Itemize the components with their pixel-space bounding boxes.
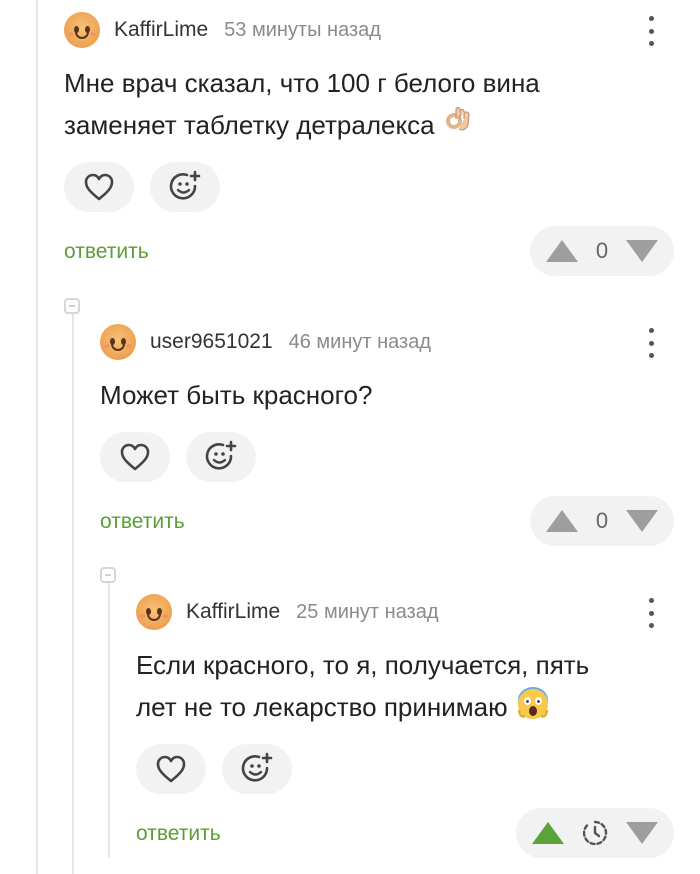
comment-time: 25 минут назад bbox=[296, 600, 439, 623]
comment-time: 46 минут назад bbox=[288, 330, 432, 353]
add-reaction-button[interactable] bbox=[150, 162, 220, 212]
comment-text-line: Мне врач сказал, что 100 г белого вина bbox=[64, 68, 540, 98]
comment: KaffirLime 53 минуты назад Мне врач сказ… bbox=[64, 10, 676, 280]
comment-text-line: Если красного, то я, получается, пять bbox=[136, 650, 590, 680]
reply-link[interactable]: ответить bbox=[100, 510, 185, 534]
arrow-down-icon[interactable] bbox=[626, 510, 658, 532]
comment-text: Мне врач сказал, что 100 г белого вина з… bbox=[64, 62, 540, 148]
screaming-face-emoji bbox=[516, 686, 550, 732]
comment: KaffirLime 25 минут назад Если красного,… bbox=[136, 592, 676, 862]
add-emoji-icon bbox=[205, 440, 237, 470]
thread-line-level-2 bbox=[72, 308, 74, 874]
arrow-up-icon[interactable] bbox=[546, 510, 578, 532]
thread-line-level-3 bbox=[108, 578, 110, 858]
like-button[interactable] bbox=[64, 162, 134, 212]
arrow-down-icon[interactable] bbox=[626, 822, 658, 844]
comment: user9651021 46 минут назад Может быть кр… bbox=[100, 322, 676, 552]
rating-score: 0 bbox=[595, 508, 609, 533]
more-vertical-icon[interactable] bbox=[646, 598, 656, 628]
username[interactable]: user9651021 bbox=[150, 330, 273, 354]
collapse-minus-icon[interactable] bbox=[64, 298, 80, 314]
add-reaction-button[interactable] bbox=[186, 432, 256, 482]
heart-icon bbox=[84, 173, 114, 201]
comment-text-line: Может быть красного? bbox=[100, 380, 373, 410]
reply-link[interactable]: ответить bbox=[64, 240, 149, 264]
username[interactable]: KaffirLime bbox=[114, 18, 208, 42]
avatar[interactable] bbox=[136, 594, 172, 630]
rating-score: 0 bbox=[595, 238, 609, 263]
comment-text-line: заменяет таблетку детралекса bbox=[64, 104, 540, 148]
arrow-up-icon[interactable] bbox=[546, 240, 578, 262]
clock-icon bbox=[582, 820, 608, 846]
more-vertical-icon[interactable] bbox=[646, 16, 656, 46]
arrow-up-icon[interactable] bbox=[532, 822, 564, 844]
more-vertical-icon[interactable] bbox=[646, 328, 656, 358]
rating-control bbox=[516, 808, 674, 858]
comment-header: user9651021 46 минут назад bbox=[100, 322, 431, 362]
comment-time: 53 минуты назад bbox=[224, 18, 381, 41]
comment-text: Может быть красного? bbox=[100, 374, 372, 416]
heart-icon bbox=[156, 755, 186, 783]
heart-icon bbox=[120, 443, 150, 471]
ok-hand-emoji bbox=[443, 106, 473, 148]
avatar[interactable] bbox=[100, 324, 136, 360]
add-emoji-icon bbox=[169, 170, 201, 200]
add-emoji-icon bbox=[241, 752, 273, 782]
comment-header: KaffirLime 53 минуты назад bbox=[64, 10, 381, 50]
like-button[interactable] bbox=[100, 432, 170, 482]
comment-text-line: лет не то лекарство принимаю bbox=[136, 686, 589, 732]
rating-control: 0 bbox=[530, 496, 674, 546]
avatar[interactable] bbox=[64, 12, 100, 48]
rating-control: 0 bbox=[530, 226, 674, 276]
add-reaction-button[interactable] bbox=[222, 744, 292, 794]
username[interactable]: KaffirLime bbox=[186, 600, 280, 624]
arrow-down-icon[interactable] bbox=[626, 240, 658, 262]
collapse-minus-icon[interactable] bbox=[100, 567, 116, 583]
thread-line-root bbox=[36, 0, 38, 874]
comment-text: Если красного, то я, получается, пять ле… bbox=[136, 644, 589, 732]
reply-link[interactable]: ответить bbox=[136, 822, 221, 846]
like-button[interactable] bbox=[136, 744, 206, 794]
comment-header: KaffirLime 25 минут назад bbox=[136, 592, 439, 632]
